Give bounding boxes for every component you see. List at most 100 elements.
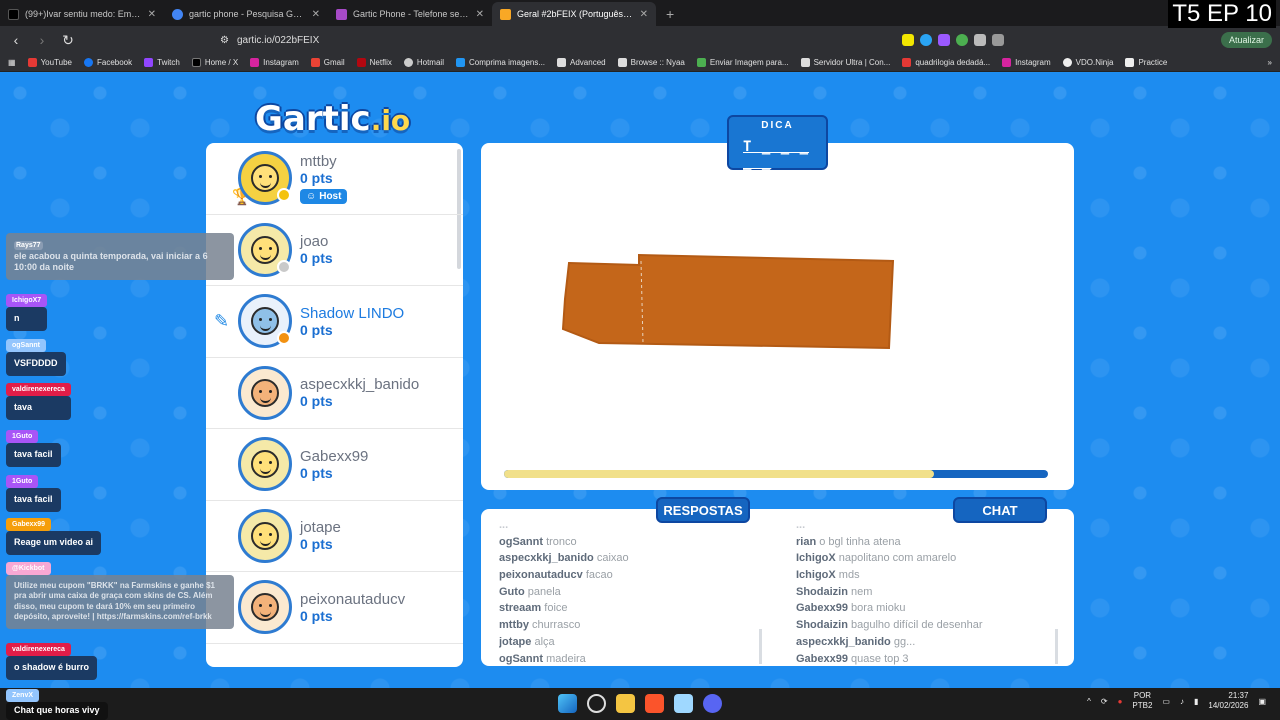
bookmark-item[interactable]: Comprima imagens...: [455, 58, 545, 67]
player-row[interactable]: 🏆 mttby 0 pts ☺ Host: [206, 143, 463, 215]
stream-chat-message: 1Guto tava facil: [6, 470, 61, 512]
chevron-up-icon[interactable]: ^: [1087, 697, 1091, 706]
stream-chat-message: IchigoX7 n: [6, 289, 48, 331]
stream-chat-body: Rays77 ele acabou a quinta temporada, vai…: [6, 233, 234, 281]
nyaa-icon: [617, 58, 627, 67]
bookmark-apps-icon[interactable]: ▦: [8, 58, 16, 67]
close-icon[interactable]: ✕: [640, 9, 648, 20]
player-row[interactable]: jotape 0 pts: [206, 501, 463, 572]
chat-line: Gabexx99 bora mioku: [796, 602, 906, 615]
brave-browser-icon[interactable]: [645, 694, 664, 713]
player-name: aspecxkkj_banido: [300, 376, 420, 394]
close-icon[interactable]: ✕: [476, 9, 484, 20]
stream-chat-user: valdirenexereca: [6, 643, 71, 656]
keyboard-layout[interactable]: POR PTB2: [1132, 691, 1152, 710]
stream-chat-message: valdirenexereca o shadow é burro: [6, 638, 98, 680]
player-name: joao: [300, 233, 329, 251]
google-icon: [172, 8, 183, 20]
stream-chat-user: Gabexx99: [6, 518, 52, 531]
windows-start-icon[interactable]: [558, 694, 577, 713]
volume-icon[interactable]: ♪: [1180, 697, 1184, 706]
app-icon[interactable]: [674, 694, 693, 713]
battery-icon[interactable]: ▮: [1194, 697, 1198, 706]
bookmark-item[interactable]: Advanced: [557, 58, 606, 67]
file-explorer-icon[interactable]: [616, 694, 635, 713]
close-icon[interactable]: ✕: [312, 9, 320, 20]
bookmark-item[interactable]: Servidor Ultra | Con...: [800, 58, 890, 67]
microphone-icon[interactable]: ●: [1118, 697, 1123, 706]
extension-icon[interactable]: [902, 34, 914, 46]
update-button[interactable]: Atualizar: [1220, 32, 1272, 48]
bookmark-item[interactable]: Gmail: [310, 58, 345, 67]
tab-title: Geral #2bFEIX (Português) - Gart: [517, 9, 634, 19]
player-points: 0 pts: [300, 321, 333, 338]
player-row[interactable]: ✎ Shadow LINDO 0 pts: [206, 286, 463, 358]
answers-list[interactable]: ... ogSannt tronco aspecxkkj_banido caix…: [499, 519, 769, 666]
bookmark-item[interactable]: Facebook: [84, 58, 132, 67]
drawing-board[interactable]: [481, 143, 1074, 490]
bookmark-item[interactable]: Browse :: Nyaa: [617, 58, 685, 67]
browser-tab[interactable]: Gartic Phone - Telefone sem fio ✕: [328, 2, 492, 26]
bookmark-item[interactable]: Instagram: [1002, 58, 1051, 67]
extension-icon[interactable]: [920, 34, 932, 46]
site-info-icon[interactable]: ⚙: [220, 35, 229, 46]
extension-icon[interactable]: [974, 34, 986, 46]
chat-list[interactable]: ... rian o bgl tinha atena IchigoX napol…: [796, 519, 1066, 666]
bookmark-item[interactable]: YouTube: [27, 58, 72, 67]
player-row[interactable]: Gabexx99 0 pts: [206, 429, 463, 501]
reload-icon[interactable]: ↻: [60, 32, 76, 49]
avatar: [238, 365, 292, 420]
player-name: mttby: [300, 152, 337, 170]
answers-tab[interactable]: RESPOSTAS: [656, 497, 750, 523]
chat-scrollbar[interactable]: [1055, 629, 1058, 664]
bookmark-item[interactable]: Enviar Imagem para...: [696, 58, 789, 67]
bookmark-item[interactable]: VDO.Ninja: [1062, 58, 1113, 67]
url-field[interactable]: ⚙ gartic.io/022bFEIX: [212, 29, 852, 51]
player-row[interactable]: aspecxkkj_banido 0 pts: [206, 358, 463, 429]
stream-chat-body: VSFDDDD: [6, 352, 66, 376]
back-icon[interactable]: ‹: [8, 32, 24, 48]
avatar-face: [251, 235, 279, 264]
network-icon[interactable]: ▭: [1162, 697, 1170, 706]
compress-icon: [455, 58, 465, 67]
address-bar: ‹ › ↻ ⚙ gartic.io/022bFEIX Atualizar: [0, 26, 1280, 54]
bookmark-item[interactable]: Hotmail: [403, 58, 444, 67]
bookmark-item[interactable]: Home / X: [191, 58, 238, 67]
player-name: jotape: [300, 519, 341, 537]
notification-icon[interactable]: ▣: [1258, 697, 1266, 706]
browser-tab[interactable]: gartic phone - Pesquisa Google ✕: [164, 2, 328, 26]
status-dot: [277, 331, 291, 346]
player-info: aspecxkkj_banido 0 pts: [300, 376, 419, 409]
sync-icon[interactable]: ⟳: [1101, 697, 1108, 706]
chat-tab[interactable]: CHAT: [953, 497, 1047, 523]
bookmark-item[interactable]: quadrilogia dedadá...: [902, 58, 990, 67]
new-tab-button[interactable]: +: [656, 6, 684, 26]
tab-favicon: [8, 8, 19, 20]
extension-icon[interactable]: [992, 34, 1004, 46]
answers-scrollbar[interactable]: [759, 629, 762, 664]
discord-icon[interactable]: [703, 694, 722, 713]
drawing-canvas[interactable]: [481, 143, 1074, 490]
browser-tab-active[interactable]: Geral #2bFEIX (Português) - Gart ✕: [492, 2, 656, 26]
bookmark-item[interactable]: Twitch: [144, 58, 180, 67]
player-row[interactable]: peixonautaducv 0 pts: [206, 572, 463, 644]
avatar-face: [251, 593, 279, 622]
episode-label: T5 EP 10: [1168, 0, 1276, 28]
bookmark-item[interactable]: Instagram: [250, 58, 299, 67]
close-icon[interactable]: ✕: [148, 9, 156, 20]
bookmarks-overflow-icon[interactable]: »: [1268, 58, 1272, 67]
stream-chat-user: IchigoX7: [6, 294, 48, 307]
extension-icon[interactable]: [938, 34, 950, 46]
instagram-icon: [1002, 58, 1012, 67]
browser-tab[interactable]: (99+)Ivar sentiu medo: Emocionante ✕: [0, 2, 164, 26]
bookmark-item[interactable]: Netflix: [356, 58, 392, 67]
forward-icon[interactable]: ›: [34, 32, 50, 48]
clock[interactable]: 21:37 14/02/2026: [1208, 691, 1248, 711]
player-points: 0 pts: [300, 464, 333, 481]
stream-chat-body: Reage um video ai: [6, 531, 102, 555]
bookmark-item[interactable]: Practice: [1125, 58, 1167, 67]
extension-icon[interactable]: [956, 34, 968, 46]
search-icon[interactable]: [587, 694, 606, 713]
player-row[interactable]: joao 0 pts: [206, 215, 463, 286]
practice-icon: [1125, 58, 1135, 67]
